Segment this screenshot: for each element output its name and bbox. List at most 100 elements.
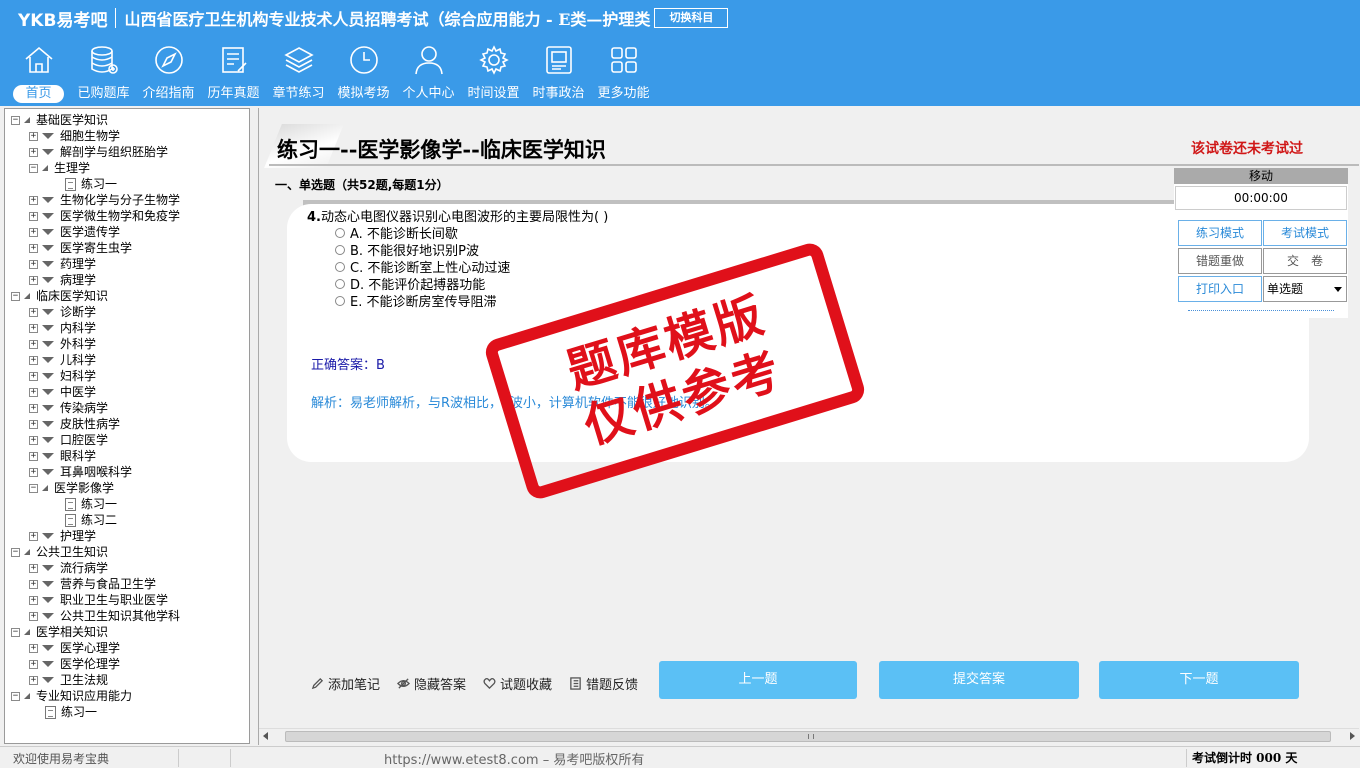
collapse-icon[interactable]: − — [29, 163, 38, 173]
expand-icon[interactable]: + — [29, 131, 38, 141]
expand-icon[interactable]: + — [29, 243, 38, 253]
tree-node[interactable]: + 医学寄生虫学 — [29, 240, 132, 256]
tree-node[interactable]: + 护理学 — [29, 528, 96, 544]
expand-icon[interactable]: + — [29, 435, 38, 445]
scroll-thumb[interactable] — [285, 731, 1331, 742]
tree-node[interactable]: + 营养与食品卫生学 — [29, 576, 156, 592]
tree-node[interactable]: + 生物化学与分子生物学 — [29, 192, 180, 208]
tree-node[interactable]: − 基础医学知识 — [11, 112, 108, 128]
tree-leaf[interactable]: 练习一 — [45, 704, 97, 720]
radio-icon[interactable] — [335, 227, 345, 238]
tree-node[interactable]: + 医学遗传学 — [29, 224, 120, 240]
expand-icon[interactable]: + — [29, 339, 38, 349]
radio-icon[interactable] — [335, 295, 345, 306]
expand-icon[interactable]: + — [29, 611, 38, 621]
expand-icon[interactable]: + — [29, 643, 38, 653]
exam-mode-button[interactable]: 考试模式 — [1263, 220, 1347, 246]
favorite-link[interactable]: 试题收藏 — [483, 674, 552, 693]
collapse-icon[interactable]: − — [29, 483, 38, 493]
tree-node[interactable]: + 医学心理学 — [29, 640, 120, 656]
tree-node[interactable]: + 传染病学 — [29, 400, 108, 416]
expand-icon[interactable]: + — [29, 323, 38, 333]
toolbar-item-8[interactable]: 时事政治 — [526, 44, 591, 104]
tree-node[interactable]: + 耳鼻咽喉科学 — [29, 464, 132, 480]
tree-node[interactable]: + 公共卫生知识其他学科 — [29, 608, 180, 624]
expand-icon[interactable]: + — [29, 307, 38, 317]
tree-node[interactable]: + 医学微生物学和免疫学 — [29, 208, 180, 224]
horizontal-scrollbar[interactable] — [259, 728, 1359, 744]
toolbar-item-6[interactable]: 个人中心 — [396, 44, 461, 104]
tree-node[interactable]: + 皮肤性病学 — [29, 416, 120, 432]
tree-leaf[interactable]: 练习一 — [65, 496, 117, 512]
move-handle[interactable]: 移动 — [1174, 168, 1348, 184]
expand-icon[interactable]: + — [29, 531, 38, 541]
toolbar-item-5[interactable]: 模拟考场 — [331, 44, 396, 104]
expand-icon[interactable]: + — [29, 387, 38, 397]
tree-node[interactable]: − 专业知识应用能力 — [11, 688, 132, 704]
redo-wrong-button[interactable]: 错题重做 — [1178, 248, 1262, 274]
question-type-select[interactable]: 单选题 — [1263, 276, 1347, 302]
expand-icon[interactable]: + — [29, 419, 38, 429]
expand-icon[interactable]: + — [29, 467, 38, 477]
toolbar-item-0[interactable]: 首页 — [6, 44, 71, 104]
tree-node[interactable]: − 医学相关知识 — [11, 624, 108, 640]
toolbar-item-1[interactable]: 已购题库 — [71, 44, 136, 104]
tree-node[interactable]: + 解剖学与组织胚胎学 — [29, 144, 168, 160]
toolbar-item-4[interactable]: 章节练习 — [266, 44, 331, 104]
expand-icon[interactable]: + — [29, 563, 38, 573]
toolbar-item-7[interactable]: 时间设置 — [461, 44, 526, 104]
radio-icon[interactable] — [335, 244, 345, 255]
scroll-left-icon[interactable] — [263, 732, 268, 740]
option-e[interactable]: E. 不能诊断房室传导阻滞 — [335, 291, 496, 310]
tree-node[interactable]: − 医学影像学 — [29, 480, 114, 496]
tree-leaf[interactable]: 练习一 — [65, 176, 117, 192]
tree-node[interactable]: + 内科学 — [29, 320, 96, 336]
expand-icon[interactable]: + — [29, 259, 38, 269]
tree-node[interactable]: + 病理学 — [29, 272, 96, 288]
collapse-icon[interactable]: − — [11, 627, 20, 637]
expand-icon[interactable]: + — [29, 659, 38, 669]
practice-mode-button[interactable]: 练习模式 — [1178, 220, 1262, 246]
tree-node[interactable]: + 眼科学 — [29, 448, 96, 464]
toolbar-item-9[interactable]: 更多功能 — [591, 44, 656, 104]
expand-icon[interactable]: + — [29, 195, 38, 205]
collapse-icon[interactable]: − — [11, 115, 20, 125]
expand-icon[interactable]: + — [29, 579, 38, 589]
tree-node[interactable]: + 医学伦理学 — [29, 656, 120, 672]
tree-leaf[interactable]: 练习二 — [65, 512, 117, 528]
expand-icon[interactable]: + — [29, 451, 38, 461]
print-button[interactable]: 打印入口 — [1178, 276, 1262, 302]
tree-node[interactable]: + 诊断学 — [29, 304, 96, 320]
submit-paper-button[interactable]: 交 卷 — [1263, 248, 1347, 274]
radio-icon[interactable] — [335, 261, 345, 272]
tree-node[interactable]: − 临床医学知识 — [11, 288, 108, 304]
tree-node[interactable]: + 外科学 — [29, 336, 96, 352]
submit-answer-button[interactable]: 提交答案 — [879, 661, 1079, 699]
feedback-link[interactable]: 错题反馈 — [569, 674, 638, 693]
radio-icon[interactable] — [335, 278, 345, 289]
tree-node[interactable]: − 公共卫生知识 — [11, 544, 108, 560]
toolbar-item-3[interactable]: 历年真题 — [201, 44, 266, 104]
expand-icon[interactable]: + — [29, 147, 38, 157]
expand-icon[interactable]: + — [29, 355, 38, 365]
expand-icon[interactable]: + — [29, 227, 38, 237]
tree-node[interactable]: + 中医学 — [29, 384, 96, 400]
collapse-icon[interactable]: − — [11, 291, 20, 301]
tree-node[interactable]: + 口腔医学 — [29, 432, 108, 448]
subject-tree[interactable]: − 基础医学知识 + 细胞生物学 + 解剖学与组织胚胎学 − 生理学 练习一 + 生物化学与分子生物… — [4, 108, 250, 744]
expand-icon[interactable]: + — [29, 211, 38, 221]
tree-node[interactable]: − 生理学 — [29, 160, 90, 176]
prev-question-button[interactable]: 上一题 — [659, 661, 857, 699]
tree-node[interactable]: + 细胞生物学 — [29, 128, 120, 144]
tree-node[interactable]: + 职业卫生与职业医学 — [29, 592, 168, 608]
next-question-button[interactable]: 下一题 — [1099, 661, 1299, 699]
tree-node[interactable]: + 儿科学 — [29, 352, 96, 368]
tree-node[interactable]: + 流行病学 — [29, 560, 108, 576]
switch-subject-button[interactable]: 切换科目 — [654, 8, 729, 28]
collapse-icon[interactable]: − — [11, 547, 20, 557]
collapse-icon[interactable]: − — [11, 691, 20, 701]
expand-icon[interactable]: + — [29, 403, 38, 413]
add-note-link[interactable]: 添加笔记 — [311, 674, 380, 693]
expand-icon[interactable]: + — [29, 595, 38, 605]
tree-node[interactable]: + 妇科学 — [29, 368, 96, 384]
